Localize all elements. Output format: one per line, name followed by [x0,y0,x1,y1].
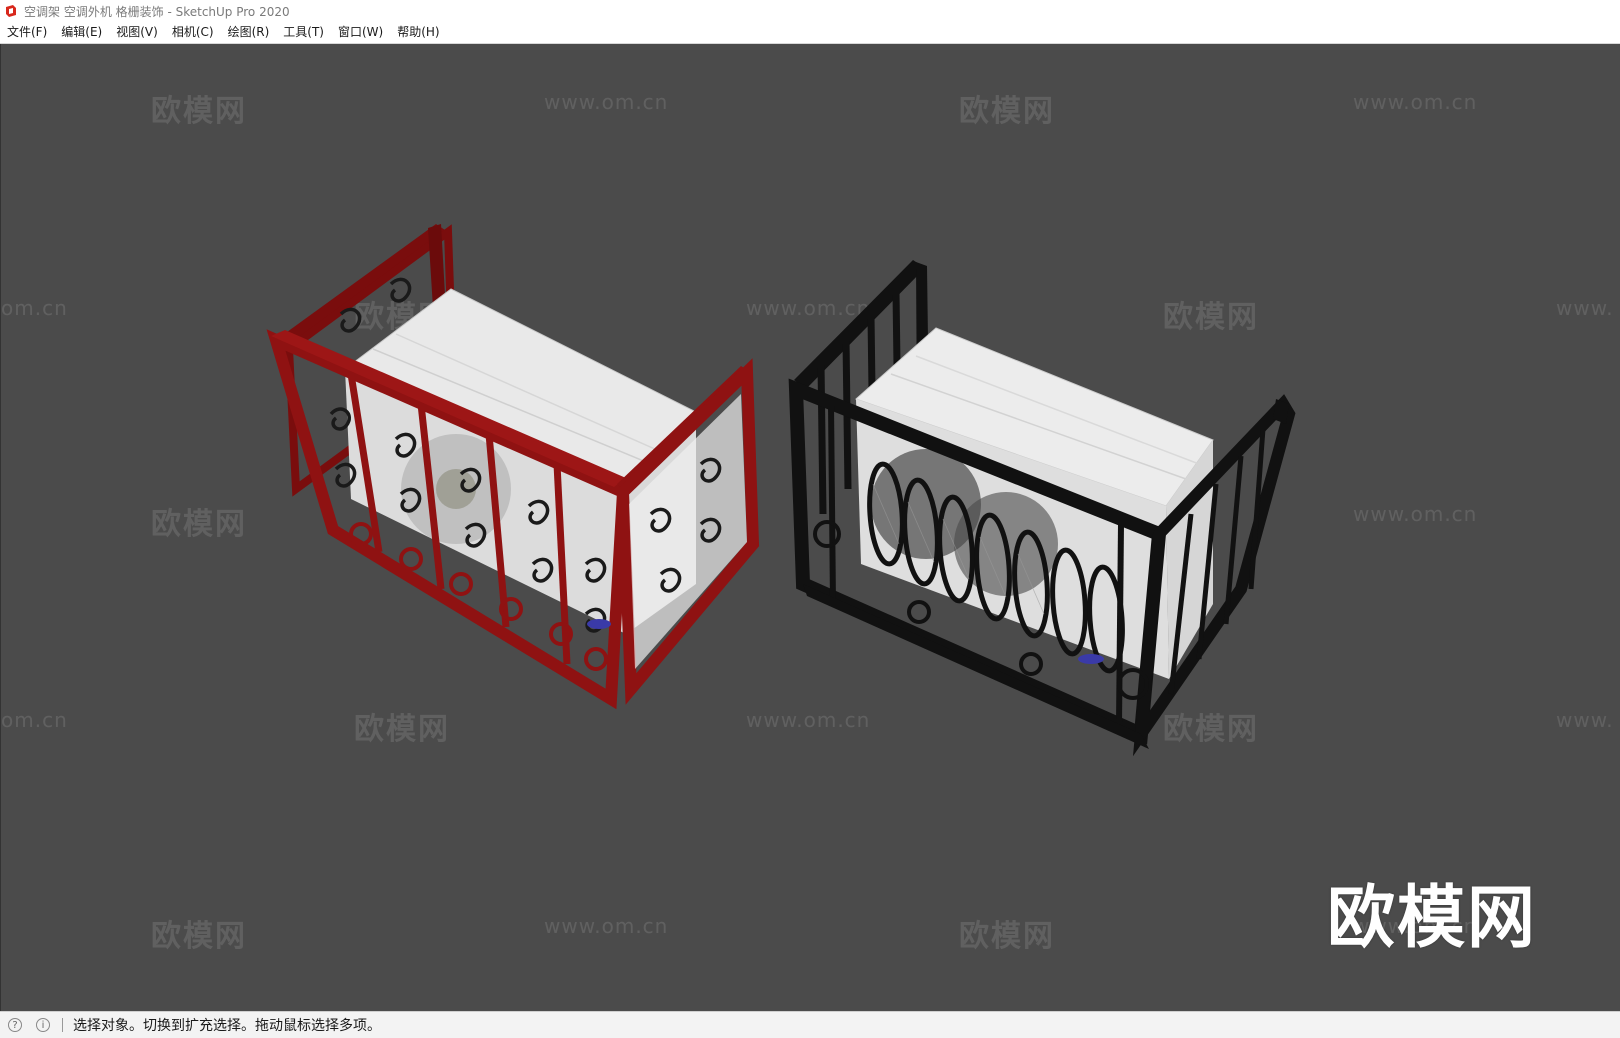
menu-edit[interactable]: 编辑(E) [54,22,109,43]
modeling-viewport[interactable]: 欧模网 www.om.cn 欧模网 www.om.cn om.cn 欧模网 ww… [0,44,1620,1011]
black-cage-model[interactable] [788,260,1296,757]
geo-location-icon[interactable]: ? [8,1018,22,1032]
window-title: 空调架 空调外机 格栅装饰 - SketchUp Pro 2020 [24,4,290,19]
menu-view[interactable]: 视图(V) [109,22,165,43]
watermark-logo: 欧模网 [1327,879,1538,958]
red-cage-model[interactable] [266,224,760,710]
menu-help[interactable]: 帮助(H) [390,22,446,43]
menu-file[interactable]: 文件(F) [0,22,54,43]
title-bar: 空调架 空调外机 格栅装饰 - SketchUp Pro 2020 [0,0,1620,22]
menu-draw[interactable]: 绘图(R) [221,22,277,43]
menu-window[interactable]: 窗口(W) [331,22,390,43]
status-bar: ? i 选择对象。切换到扩充选择。拖动鼠标选择多项。 [0,1011,1620,1038]
status-separator [62,1018,63,1032]
status-message: 选择对象。切换到扩充选择。拖动鼠标选择多项。 [73,1018,381,1034]
menu-bar: 文件(F) 编辑(E) 视图(V) 相机(C) 绘图(R) 工具(T) 窗口(W… [0,22,1620,44]
sketchup-logo-icon [4,4,18,18]
menu-camera[interactable]: 相机(C) [165,22,221,43]
menu-tools[interactable]: 工具(T) [276,22,331,43]
info-icon[interactable]: i [36,1018,50,1032]
sketchup-window: 空调架 空调外机 格栅装饰 - SketchUp Pro 2020 文件(F) … [0,0,1620,1038]
